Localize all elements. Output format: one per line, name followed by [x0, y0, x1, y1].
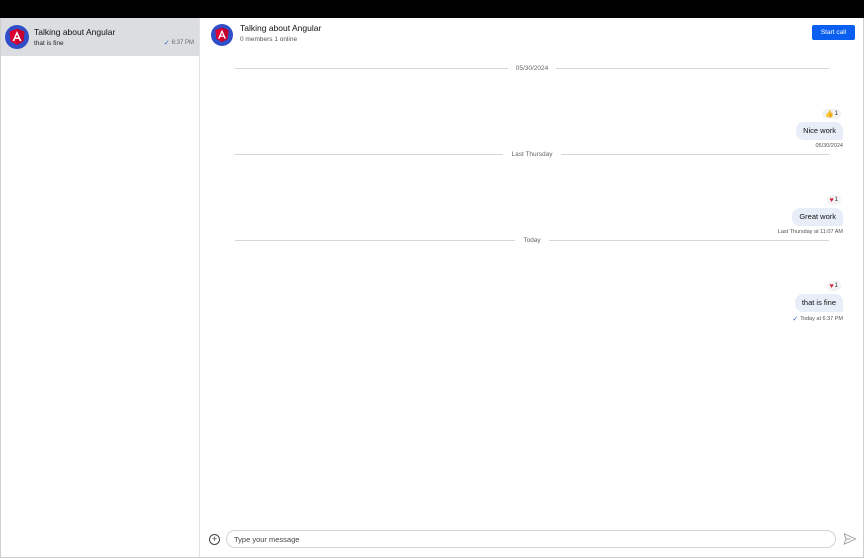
date-divider-label: 05/30/2024 — [515, 64, 549, 72]
thumbs-up-icon: 👍 — [824, 111, 834, 118]
channel-timestamp: ✓ 6:37 PM — [164, 39, 194, 47]
reaction-count: 1 — [834, 283, 838, 289]
message-item: 👍 1 Nice work 05/30/2024 — [796, 109, 843, 149]
channel-member-status: 0 members 1 online — [240, 35, 298, 43]
heart-icon: ♥ — [829, 282, 834, 290]
channel-avatar — [5, 25, 29, 49]
message-bubble[interactable]: that is fine — [794, 294, 843, 312]
message-composer: + — [200, 527, 863, 557]
message-input[interactable] — [226, 530, 836, 548]
message-timestamp: Today at 6:37 PM — [800, 316, 843, 322]
message-item: ♥ 1 that is fine ✓ Today at 6:37 PM — [792, 281, 843, 323]
channel-last-message: that is fine — [34, 39, 64, 47]
heart-icon: ♥ — [829, 196, 834, 204]
chat-app: Talking about Angular that is fine ✓ 6:3… — [0, 18, 864, 558]
date-divider: 05/30/2024 — [235, 63, 830, 73]
date-divider-label: Last Thursday — [511, 150, 553, 158]
reaction-badge[interactable]: ♥ 1 — [826, 281, 841, 291]
channel-list: Talking about Angular that is fine ✓ 6:3… — [1, 18, 200, 557]
date-divider-label: Today — [523, 236, 541, 244]
chat-main: Talking about Angular 0 members 1 online… — [200, 18, 863, 557]
message-item: ♥ 1 Great work Last Thursday at 11:07 AM — [778, 195, 843, 235]
delivered-check-icon: ✓ — [792, 316, 799, 323]
channel-name: Talking about Angular — [34, 27, 116, 37]
message-bubble[interactable]: Great work — [792, 208, 843, 226]
reaction-count: 1 — [834, 197, 838, 203]
angular-logo-icon — [215, 27, 229, 42]
channel-title: Talking about Angular — [240, 22, 322, 33]
start-call-button[interactable]: Start call — [812, 25, 855, 40]
channel-time-text: 6:37 PM — [171, 40, 194, 46]
attach-plus-icon[interactable]: + — [209, 534, 220, 545]
reaction-badge[interactable]: 👍 1 — [821, 109, 841, 119]
message-meta: ✓ Today at 6:37 PM — [792, 315, 843, 323]
message-list: 05/30/2024 👍 1 Nice work 05/30/2024 Last… — [200, 52, 863, 527]
date-divider: Today — [235, 235, 830, 245]
read-check-icon: ✓ — [163, 40, 170, 47]
message-bubble[interactable]: Nice work — [796, 122, 843, 140]
header-avatar — [211, 24, 233, 46]
channel-item-talking-about-angular[interactable]: Talking about Angular that is fine ✓ 6:3… — [1, 18, 199, 56]
channel-header: Talking about Angular 0 members 1 online… — [200, 18, 863, 52]
angular-logo-icon — [9, 28, 25, 45]
send-icon[interactable] — [843, 532, 857, 546]
date-divider: Last Thursday — [235, 149, 830, 159]
reaction-count: 1 — [834, 111, 838, 117]
reaction-badge[interactable]: ♥ 1 — [826, 195, 841, 205]
